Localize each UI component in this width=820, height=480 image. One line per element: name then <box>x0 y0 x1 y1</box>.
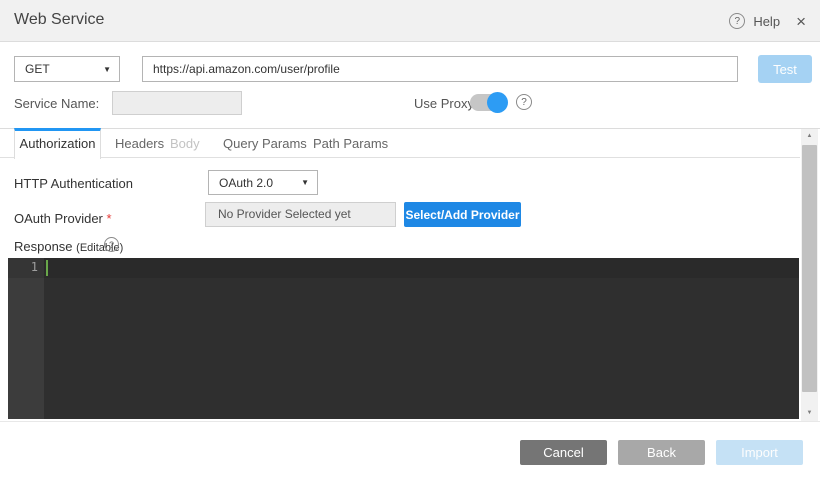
scroll-down-icon[interactable]: ▼ <box>801 406 818 421</box>
page-title: Web Service <box>14 11 104 29</box>
chevron-down-icon: ▼ <box>103 65 111 74</box>
cancel-button[interactable]: Cancel <box>520 440 607 465</box>
use-proxy-toggle[interactable] <box>470 94 506 111</box>
tab-path-params[interactable]: Path Params <box>313 129 388 158</box>
header-actions: ? Help × <box>729 0 806 42</box>
web-service-dialog: Web Service ? Help × GET ▼ Test Service … <box>0 0 820 480</box>
http-authentication-value: OAuth 2.0 <box>219 176 273 190</box>
use-proxy-label: Use Proxy: <box>414 96 478 111</box>
tab-body: Body <box>170 129 200 158</box>
scroll-up-icon[interactable]: ▲ <box>801 129 818 144</box>
editor-gutter <box>8 258 44 419</box>
vertical-scrollbar[interactable]: ▲ ▼ <box>801 129 818 421</box>
service-name-label: Service Name: <box>14 96 99 111</box>
scrollbar-thumb[interactable] <box>802 145 817 392</box>
oauth-provider-field: No Provider Selected yet <box>205 202 396 227</box>
response-code-editor[interactable]: 1 <box>8 258 799 419</box>
toggle-knob <box>487 92 508 113</box>
url-input[interactable] <box>142 56 738 82</box>
editor-active-line <box>8 258 799 278</box>
required-marker: * <box>107 211 112 226</box>
chevron-down-icon: ▼ <box>301 178 309 187</box>
tab-headers[interactable]: Headers <box>115 129 164 158</box>
http-authentication-label: HTTP Authentication <box>14 176 133 191</box>
select-add-provider-button[interactable]: Select/Add Provider <box>404 202 521 227</box>
response-help-icon[interactable]: ? <box>104 237 119 252</box>
close-icon[interactable]: × <box>796 13 806 30</box>
test-button[interactable]: Test <box>758 55 812 83</box>
http-authentication-select[interactable]: OAuth 2.0 ▼ <box>208 170 318 195</box>
editor-line-number: 1 <box>8 260 38 274</box>
help-link[interactable]: Help <box>753 14 780 29</box>
back-button[interactable]: Back <box>618 440 705 465</box>
tab-authorization[interactable]: Authorization <box>14 128 101 159</box>
import-button[interactable]: Import <box>716 440 803 465</box>
tab-strip: Headers Body Query Params Path Params <box>0 129 800 158</box>
dialog-header: Web Service ? Help × <box>0 0 820 42</box>
response-label-text: Response <box>14 239 76 254</box>
http-method-select[interactable]: GET ▼ <box>14 56 120 82</box>
tab-query-params[interactable]: Query Params <box>223 129 307 158</box>
service-name-input[interactable] <box>112 91 242 115</box>
http-method-value: GET <box>25 62 50 76</box>
proxy-help-icon[interactable]: ? <box>516 94 532 110</box>
help-icon[interactable]: ? <box>729 13 745 29</box>
oauth-provider-label-text: OAuth Provider <box>14 211 107 226</box>
editor-cursor <box>46 260 48 276</box>
oauth-provider-label: OAuth Provider * <box>14 211 112 226</box>
